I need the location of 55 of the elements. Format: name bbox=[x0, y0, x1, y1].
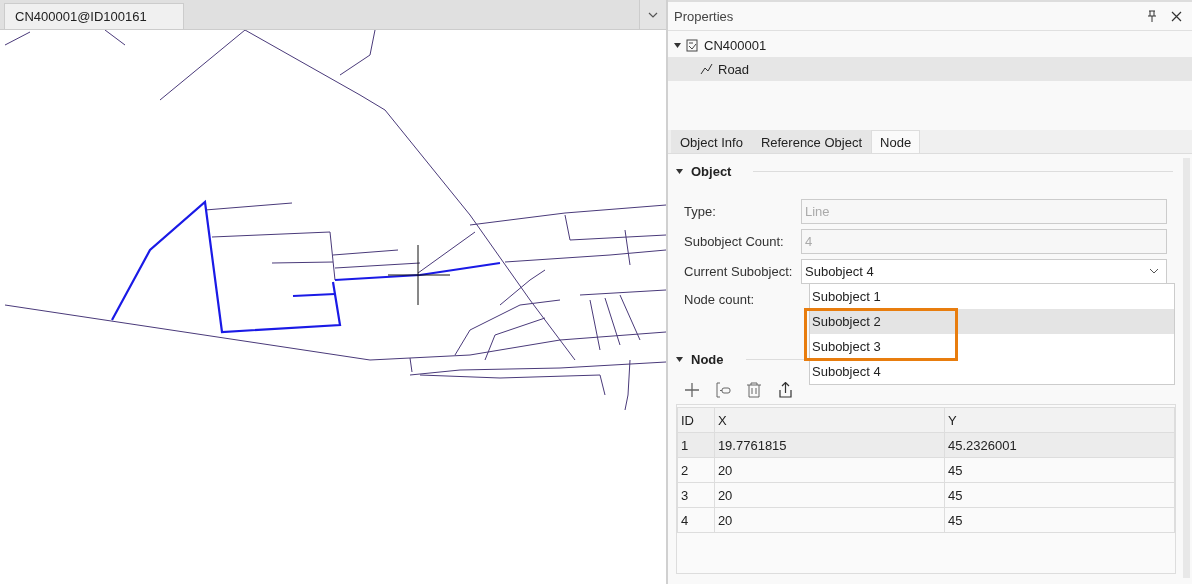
table-cell: 4 bbox=[677, 507, 715, 533]
table-cell: 1 bbox=[677, 432, 715, 458]
table-cell: 3 bbox=[677, 482, 715, 508]
column-header[interactable]: Y bbox=[944, 407, 1175, 433]
insert-button[interactable] bbox=[715, 382, 732, 398]
layer-icon bbox=[686, 38, 699, 52]
tree-item[interactable]: Road bbox=[668, 57, 1192, 81]
expanded-arrow-icon[interactable] bbox=[676, 356, 683, 362]
table-cell: 20 bbox=[714, 482, 945, 508]
column-header[interactable]: X bbox=[714, 407, 945, 433]
insert-node-icon bbox=[715, 382, 732, 398]
tab[interactable]: Node bbox=[871, 130, 921, 153]
pin-icon bbox=[1147, 10, 1157, 22]
table-cell: 45 bbox=[944, 482, 1175, 508]
expanded-arrow-icon[interactable] bbox=[674, 42, 681, 48]
export-button[interactable] bbox=[777, 382, 794, 398]
chevron-down-icon bbox=[1149, 268, 1159, 274]
trash-icon bbox=[746, 382, 763, 398]
tab[interactable]: Reference Object bbox=[751, 130, 872, 153]
plus-icon bbox=[684, 382, 701, 398]
document-tab[interactable]: CN400001@ID100161 bbox=[4, 3, 184, 29]
tree-item[interactable]: CN400001 bbox=[668, 33, 1192, 57]
field-label: Current Subobject: bbox=[684, 263, 794, 279]
table-cell: 20 bbox=[714, 457, 945, 483]
combo-box[interactable]: Subobject 4 bbox=[801, 258, 1167, 284]
table-row[interactable]: 4 20 45 bbox=[677, 507, 1175, 533]
tree-label: Road bbox=[718, 61, 750, 77]
section-title: Object bbox=[691, 163, 732, 179]
table-cell: 45 bbox=[944, 457, 1175, 483]
table-row[interactable]: 3 20 45 bbox=[677, 482, 1175, 508]
tree-label: CN400001 bbox=[704, 37, 767, 53]
chevron-down-icon bbox=[648, 11, 658, 18]
table-cell: 2 bbox=[677, 457, 715, 483]
field-label: Type: bbox=[684, 203, 717, 219]
table-cell: 45.2326001 bbox=[944, 432, 1175, 458]
section-title: Node bbox=[691, 351, 724, 367]
field-label: Subobject Count: bbox=[684, 233, 785, 249]
tab[interactable]: Object Info bbox=[671, 130, 752, 153]
crosshair-icon bbox=[387, 244, 451, 306]
table-cell: 20 bbox=[714, 507, 945, 533]
close-icon bbox=[1170, 10, 1182, 22]
polyline-icon bbox=[700, 63, 713, 75]
selected-road-drawing[interactable] bbox=[111, 199, 501, 334]
delete-button[interactable] bbox=[746, 382, 763, 398]
column-header[interactable]: ID bbox=[677, 407, 715, 433]
share-icon bbox=[777, 382, 794, 398]
dropdown-option[interactable]: Subobject 2 bbox=[810, 309, 1174, 334]
expanded-arrow-icon[interactable] bbox=[676, 168, 683, 174]
panel-title: Properties bbox=[674, 8, 735, 24]
field-label: Node count: bbox=[684, 292, 756, 307]
table-row[interactable]: 2 20 45 bbox=[677, 457, 1175, 483]
table-row[interactable]: 1 19.7761815 45.2326001 bbox=[677, 432, 1175, 458]
table-cell: 45 bbox=[944, 507, 1175, 533]
table-cell: 19.7761815 bbox=[714, 432, 945, 458]
add-button[interactable] bbox=[684, 382, 701, 398]
